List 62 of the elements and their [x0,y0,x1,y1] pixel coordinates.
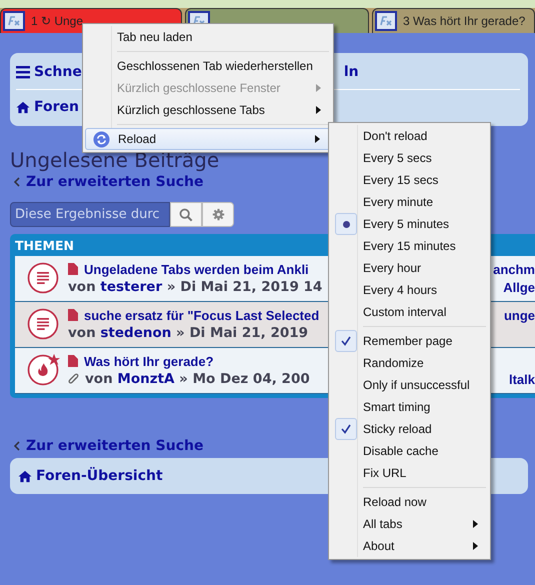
app-icon [375,11,397,31]
menu-item[interactable]: Every 5 minutes [331,213,488,235]
menu-item[interactable]: Disable cache [331,440,488,462]
menu-item[interactable]: All tabs [331,513,488,535]
menu-item[interactable]: Geschlossenen Tab wiederherstellen [85,55,331,77]
topics-header: THEMEN [15,238,74,253]
topic-meta: von testerer » Di Mai 21, 2019 14 [68,279,322,295]
menu-item[interactable]: Don't reload [331,125,488,147]
topic-title-link[interactable]: anchm [493,262,535,276]
menu-item[interactable]: Custom interval [331,301,488,323]
hot-topic-icon [26,353,60,387]
topic-icon [26,307,60,341]
document-icon [68,263,78,275]
settings-icon [212,208,224,221]
menu-item[interactable]: Every 15 secs [331,169,488,191]
topic-title-link[interactable]: Ungeladene Tabs werden beim Ankli [84,262,309,276]
settings-button[interactable] [202,202,234,227]
home-icon [16,100,30,114]
browser-tab[interactable]: 3 Was hört Ihr gerade? [372,8,535,33]
menu-item[interactable]: Every minute [331,191,488,213]
submenu-arrow-icon [473,542,478,550]
menu-item[interactable]: Reload now [331,491,488,513]
menu-item[interactable]: Kürzlich geschlossene Tabs [85,99,331,121]
forum-link[interactable]: ltalk [508,372,535,386]
topic-title-link[interactable]: Was hört Ihr gerade? [84,354,214,368]
menu-icon [16,65,30,79]
forum-link[interactable]: Allge [503,280,535,294]
menu-item[interactable]: Smart timing [331,396,488,418]
chevron-left-icon [14,441,20,451]
topic-title-link[interactable]: suche ersatz für "Focus Last Selected [84,308,320,322]
advanced-search-link[interactable]: Zur erweiterten Suche [26,174,204,190]
chevron-left-icon [14,177,20,187]
quick-links-menu[interactable]: Schne [16,64,82,80]
search-field[interactable]: Diese Ergebnisse durc [10,202,170,227]
menu-item[interactable]: Every 15 minutes [331,235,488,257]
forum-index-link[interactable]: Foren [16,99,79,115]
document-icon [68,355,78,367]
search-icon [179,208,193,222]
home-icon [18,470,32,482]
menu-item[interactable]: Every 5 secs [331,147,488,169]
app-icon [3,11,25,31]
menu-item[interactable]: Fix URL [331,462,488,484]
topic-icon [26,261,60,295]
advanced-search-link[interactable]: Zur erweiterten Suche [26,438,204,454]
topic-title-link[interactable]: unge [504,308,535,322]
document-icon [68,309,78,321]
menu-item[interactable]: Reload [85,128,331,150]
page-heading: Ungelesene Beiträge [10,148,220,172]
forum-index-link[interactable]: Foren-Übersicht [18,468,163,484]
menu-item[interactable]: Only if unsuccessful [331,374,488,396]
menu-item[interactable]: Every 4 hours [331,279,488,301]
search-button[interactable] [170,202,202,227]
nav-link[interactable]: ln [344,64,359,80]
reload-icon [92,130,110,148]
submenu-arrow-icon [473,520,478,528]
menu-item[interactable]: About [331,535,488,557]
topic-meta: von MonztA » Mo Dez 04, 200 [85,371,310,387]
menu-item[interactable]: Every hour [331,257,488,279]
menu-item[interactable]: Sticky reload [331,418,488,440]
menu-item[interactable]: Randomize [331,352,488,374]
menu-item[interactable]: Remember page [331,330,488,352]
topic-meta: von stedenon » Di Mai 21, 2019 [68,325,308,341]
